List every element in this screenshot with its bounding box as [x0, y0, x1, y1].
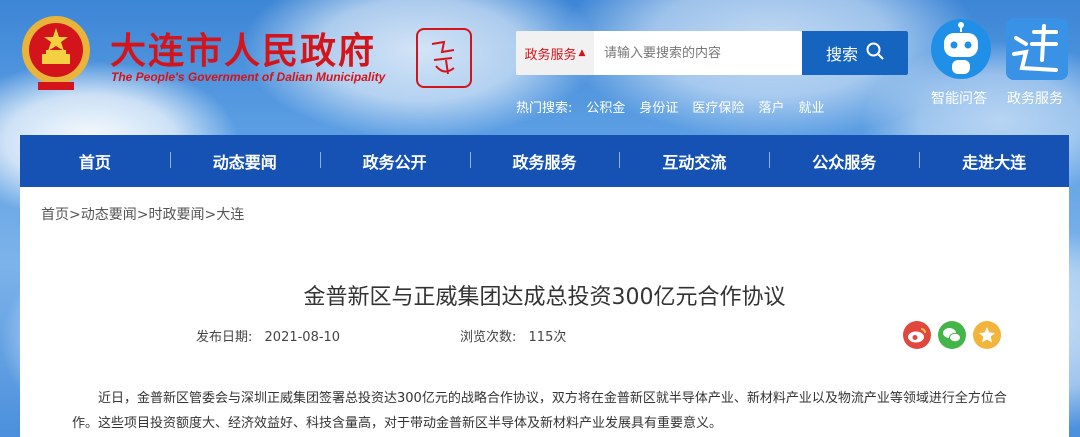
hot-search-item[interactable]: 医疗保险 — [692, 97, 744, 116]
nav-item-interaction[interactable]: 互动交流 — [619, 149, 769, 173]
wechat-icon[interactable] — [938, 321, 966, 349]
search-bar: 政务服务 ▲ 搜索 — [516, 31, 908, 75]
search-category-select[interactable]: 政务服务 ▲ — [516, 31, 594, 75]
article-title: 金普新区与正威集团达成总投资300亿元合作协议 — [303, 285, 786, 310]
search-category-label: 政务服务 — [524, 47, 577, 63]
search-input[interactable] — [594, 31, 802, 75]
article-panel: 首页>动态要闻>时政要闻>大连 金普新区与正威集团达成总投资300亿元合作协议 … — [20, 187, 1069, 437]
search-button[interactable]: 搜索 — [802, 31, 908, 75]
nav-item-news[interactable]: 动态要闻 — [169, 149, 320, 173]
national-emblem-icon — [18, 12, 94, 94]
search-icon — [866, 42, 884, 64]
nav-item-public-service[interactable]: 公众服务 — [769, 149, 919, 173]
caret-up-icon: ▲ — [578, 48, 586, 58]
hot-search-item[interactable]: 身份证 — [639, 97, 678, 116]
lian-service-icon[interactable] — [1006, 18, 1068, 80]
search-button-label: 搜索 — [825, 45, 858, 64]
robot-icon[interactable] — [930, 18, 992, 80]
hot-search-item[interactable]: 公积金 — [586, 97, 625, 116]
view-count-value: 115次 — [528, 330, 567, 345]
gov-service-label[interactable]: 政务服务 — [1007, 88, 1063, 108]
nav-item-gov-open[interactable]: 政务公开 — [319, 149, 470, 173]
breadcrumb[interactable]: 首页>动态要闻>时政要闻>大连 — [41, 204, 244, 224]
view-count: 浏览次数: 115次 — [460, 326, 566, 345]
smart-qa-label[interactable]: 智能问答 — [931, 88, 987, 108]
publish-date: 发布日期: 2021-08-10 — [196, 326, 340, 345]
hot-search-item[interactable]: 落户 — [758, 97, 784, 116]
publish-date-label: 发布日期: — [196, 330, 253, 345]
weibo-icon[interactable] — [903, 321, 931, 349]
site-title[interactable]: 大连市人民政府 — [110, 22, 376, 74]
site-subtitle: The People's Government of Dalian Munici… — [111, 70, 386, 84]
hot-search-label: 热门搜索: — [516, 101, 573, 116]
favorite-icon[interactable] — [973, 321, 1001, 349]
nav-item-about-dalian[interactable]: 走进大连 — [919, 149, 1069, 173]
nav-item-home[interactable]: 首页 — [20, 149, 170, 173]
view-count-label: 浏览次数: — [460, 330, 517, 345]
main-nav: 首页 动态要闻 政务公开 政务服务 互动交流 公众服务 走进大连 — [20, 135, 1069, 187]
article-body: 近日，金普新区管委会与深圳正威集团签署总投资达300亿元的战略合作协议，双方将在… — [72, 391, 1007, 431]
hot-search-item[interactable]: 就业 — [798, 97, 824, 116]
publish-date-value: 2021-08-10 — [264, 330, 341, 345]
nav-item-gov-service[interactable]: 政务服务 — [469, 149, 620, 173]
hot-search: 热门搜索: 公积金 身份证 医疗保险 落户 就业 — [516, 97, 824, 116]
dalian-seal-logo — [416, 28, 472, 88]
